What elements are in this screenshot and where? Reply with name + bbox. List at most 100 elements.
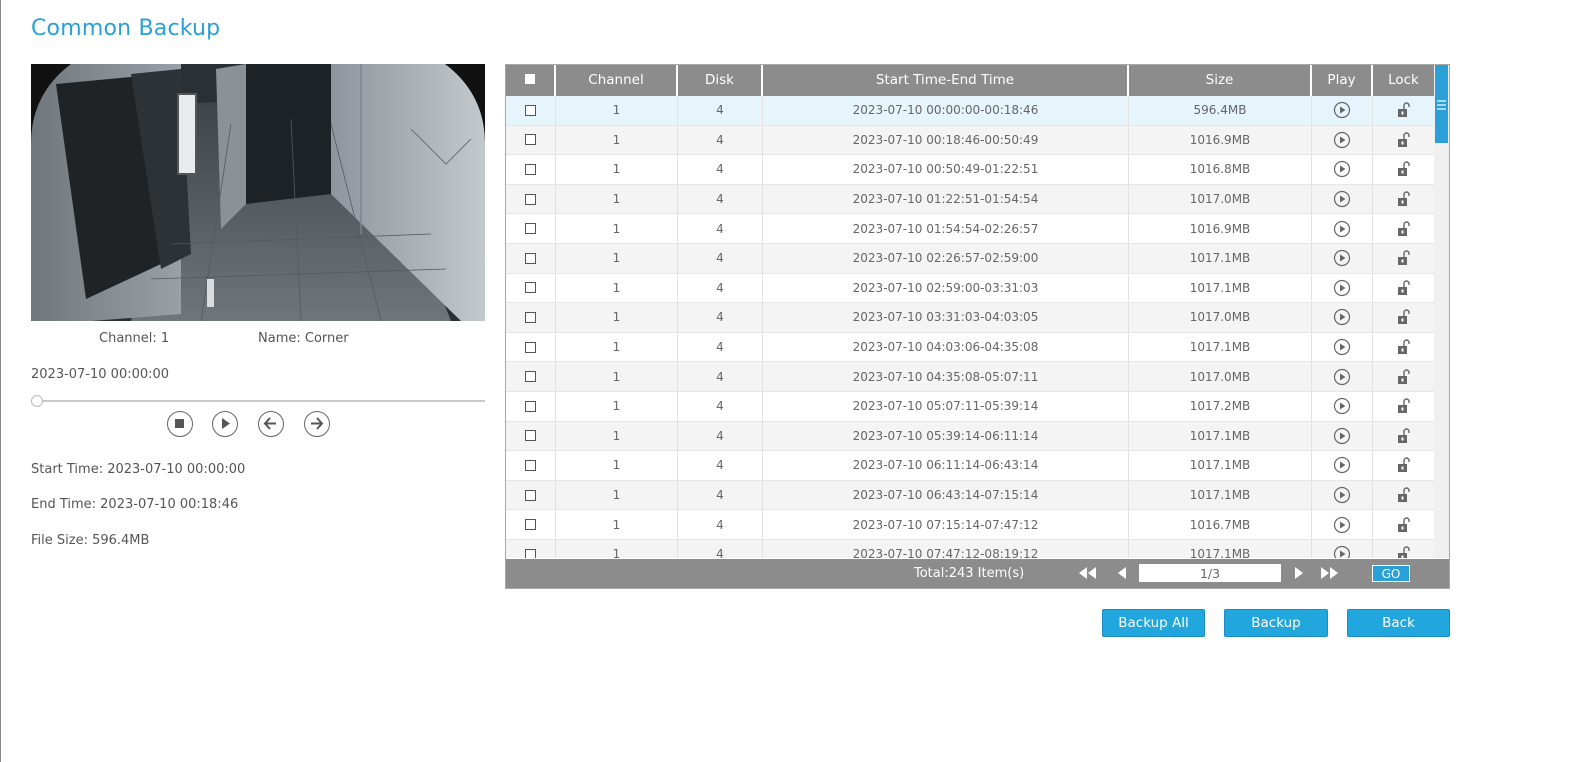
play-circle-icon[interactable] (1333, 397, 1351, 415)
table-row[interactable]: 1 4 2023-07-10 05:07:11-05:39:14 1017.2MB (506, 391, 1434, 422)
column-header-time[interactable]: Start Time-End Time (763, 65, 1129, 96)
row-checkbox[interactable] (525, 400, 536, 412)
table-row[interactable]: 1 4 2023-07-10 01:22:51-01:54:54 1017.0MB (506, 184, 1434, 215)
unlock-icon[interactable] (1396, 279, 1412, 297)
row-checkbox[interactable] (525, 104, 536, 116)
unlock-icon[interactable] (1396, 220, 1412, 238)
row-checkbox[interactable] (525, 223, 536, 235)
row-checkbox-cell[interactable] (506, 332, 556, 362)
play-cell[interactable] (1312, 96, 1373, 125)
last-page-icon[interactable] (1318, 565, 1340, 581)
play-button[interactable] (212, 411, 238, 437)
lock-cell[interactable] (1373, 392, 1434, 421)
play-circle-icon[interactable] (1333, 101, 1351, 119)
row-checkbox-cell[interactable] (506, 391, 556, 421)
select-all-header[interactable] (506, 65, 556, 96)
play-circle-icon[interactable] (1333, 545, 1351, 558)
play-cell[interactable] (1312, 332, 1373, 362)
table-row[interactable]: 1 4 2023-07-10 06:43:14-07:15:14 1017.1MB (506, 480, 1434, 511)
row-checkbox-cell[interactable] (506, 184, 556, 214)
play-cell[interactable] (1312, 451, 1373, 480)
unlock-icon[interactable] (1396, 456, 1412, 474)
row-checkbox[interactable] (525, 134, 536, 146)
unlock-icon[interactable] (1396, 101, 1412, 119)
video-preview[interactable] (31, 64, 485, 321)
play-circle-icon[interactable] (1333, 516, 1351, 534)
table-row[interactable]: 1 4 2023-07-10 07:15:14-07:47:12 1016.7MB (506, 510, 1434, 540)
play-circle-icon[interactable] (1333, 456, 1351, 474)
unlock-icon[interactable] (1396, 368, 1412, 386)
row-checkbox[interactable] (525, 519, 536, 531)
previous-page-icon[interactable] (1115, 565, 1129, 581)
table-row[interactable]: 1 4 2023-07-10 05:39:14-06:11:14 1017.1MB (506, 421, 1434, 452)
back-button[interactable]: Back (1347, 609, 1450, 637)
scrollbar-thumb[interactable] (1435, 65, 1448, 143)
row-checkbox[interactable] (525, 311, 536, 323)
lock-cell[interactable] (1373, 303, 1434, 332)
row-checkbox-cell[interactable] (506, 303, 556, 332)
row-checkbox-cell[interactable] (506, 273, 556, 303)
backup-button[interactable]: Backup (1224, 609, 1328, 637)
playback-progress-track[interactable] (31, 400, 485, 402)
unlock-icon[interactable] (1396, 249, 1412, 267)
play-cell[interactable] (1312, 480, 1373, 510)
play-circle-icon[interactable] (1333, 160, 1351, 178)
select-all-checkbox[interactable] (525, 74, 535, 84)
row-checkbox[interactable] (525, 252, 536, 264)
table-row[interactable]: 1 4 2023-07-10 02:26:57-02:59:00 1017.1MB (506, 243, 1434, 274)
lock-cell[interactable] (1373, 510, 1434, 539)
row-checkbox-cell[interactable] (506, 125, 556, 155)
play-circle-icon[interactable] (1333, 427, 1351, 445)
table-row[interactable]: 1 4 2023-07-10 00:18:46-00:50:49 1016.9MB (506, 125, 1434, 156)
lock-cell[interactable] (1373, 244, 1434, 273)
unlock-icon[interactable] (1396, 308, 1412, 326)
table-row[interactable]: 1 4 2023-07-10 03:31:03-04:03:05 1017.0MB (506, 303, 1434, 333)
table-row[interactable]: 1 4 2023-07-10 04:35:08-05:07:11 1017.0MB (506, 362, 1434, 392)
row-checkbox[interactable] (525, 489, 536, 501)
table-scrollbar[interactable] (1434, 65, 1449, 558)
play-cell[interactable] (1312, 362, 1373, 391)
unlock-icon[interactable] (1396, 545, 1412, 558)
lock-cell[interactable] (1373, 422, 1434, 451)
unlock-icon[interactable] (1396, 131, 1412, 149)
row-checkbox[interactable] (525, 430, 536, 442)
play-cell[interactable] (1312, 125, 1373, 155)
play-cell[interactable] (1312, 510, 1373, 539)
unlock-icon[interactable] (1396, 190, 1412, 208)
play-circle-icon[interactable] (1333, 368, 1351, 386)
play-cell[interactable] (1312, 391, 1373, 421)
unlock-icon[interactable] (1396, 516, 1412, 534)
play-cell[interactable] (1312, 421, 1373, 451)
row-checkbox[interactable] (525, 193, 536, 205)
row-checkbox-cell[interactable] (506, 155, 556, 184)
row-checkbox-cell[interactable] (506, 362, 556, 391)
lock-cell[interactable] (1373, 540, 1434, 558)
play-circle-icon[interactable] (1333, 279, 1351, 297)
table-row[interactable]: 1 4 2023-07-10 00:50:49-01:22:51 1016.8MB (506, 155, 1434, 185)
lock-cell[interactable] (1373, 185, 1434, 214)
lock-cell[interactable] (1373, 214, 1434, 243)
row-checkbox-cell[interactable] (506, 421, 556, 451)
column-header-channel[interactable]: Channel (556, 65, 678, 96)
row-checkbox[interactable] (525, 163, 536, 175)
table-row[interactable]: 1 4 2023-07-10 02:59:00-03:31:03 1017.1MB (506, 273, 1434, 304)
row-checkbox[interactable] (525, 459, 536, 471)
play-cell[interactable] (1312, 303, 1373, 332)
play-circle-icon[interactable] (1333, 249, 1351, 267)
lock-cell[interactable] (1373, 451, 1434, 480)
lock-cell[interactable] (1373, 362, 1434, 391)
row-checkbox[interactable] (525, 548, 536, 558)
backup-all-button[interactable]: Backup All (1102, 609, 1205, 637)
row-checkbox-cell[interactable] (506, 480, 556, 510)
play-circle-icon[interactable] (1333, 338, 1351, 356)
lock-cell[interactable] (1373, 274, 1434, 303)
play-circle-icon[interactable] (1333, 220, 1351, 238)
lock-cell[interactable] (1373, 155, 1434, 184)
play-circle-icon[interactable] (1333, 486, 1351, 504)
unlock-icon[interactable] (1396, 486, 1412, 504)
table-row[interactable]: 1 4 2023-07-10 07:47:12-08:19:12 1017.1MB (506, 539, 1434, 558)
row-checkbox-cell[interactable] (506, 451, 556, 480)
column-header-disk[interactable]: Disk (678, 65, 763, 96)
page-number-input[interactable] (1139, 564, 1281, 582)
row-checkbox[interactable] (525, 341, 536, 353)
